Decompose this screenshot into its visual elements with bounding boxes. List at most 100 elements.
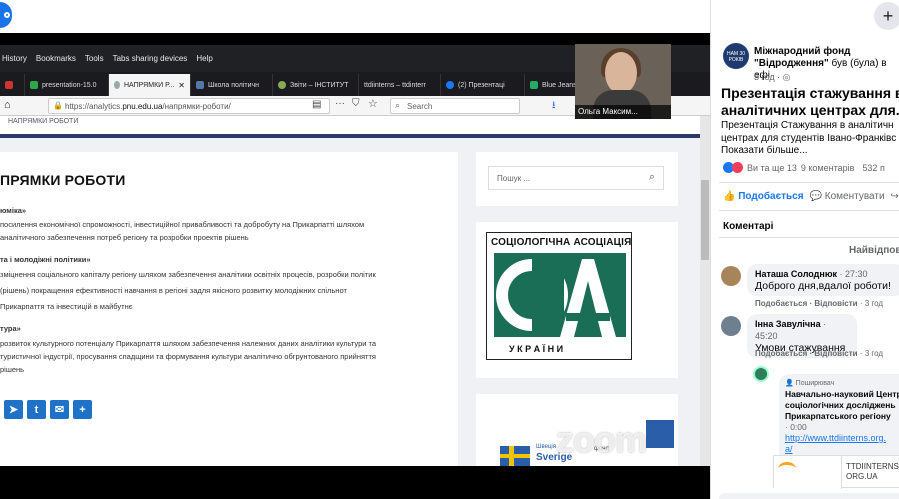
tab-label: Школа політичн [208,81,260,89]
section-text: рішень [0,365,25,374]
tab-label: Blue Jeans [542,81,577,89]
tab-presentation[interactable]: presentation-15.0 [25,74,109,96]
address-bar[interactable]: 🔒 https://analytics. pnu.edu.ua/напрямки-… [48,98,330,114]
bookmark-star-icon[interactable]: ☆ [368,97,378,110]
comments-header: Коментарі [723,221,774,232]
reply-timestamp[interactable]: · 0:00 [785,422,899,433]
caption-line: ORG.UA [846,472,878,481]
tab-presentation-fb[interactable]: (2) Презентаці [441,74,525,96]
tab-partial[interactable] [0,74,25,96]
comment-actions: Подобається · Відповісти · 3 год [755,299,883,308]
participant-face [605,52,637,94]
participant-video[interactable]: Ольга Максим... [575,44,671,119]
section-text: розвиток культурного потенціалу Прикарпа… [0,339,377,348]
home-icon[interactable]: ⌂ [4,99,11,111]
menu-history[interactable]: History [2,54,27,63]
commenter-avatar[interactable] [721,316,741,336]
comment-author[interactable]: Наташа Солоднюк [755,269,837,279]
share-icon[interactable]: ↪ [891,191,899,202]
tab-shkola[interactable]: Школа політичн [191,74,273,96]
search-icon[interactable]: ⌕ [649,171,655,184]
comment-like-reply[interactable]: Подобається · Відповісти [755,299,858,308]
love-reaction-icon [732,162,743,173]
telegram-share-icon[interactable]: ➤ [4,400,23,419]
menu-tabs-sharing[interactable]: Tabs sharing devices [113,54,188,63]
badge-label: Поширювач [795,380,835,387]
divider [719,237,899,238]
page-avatar[interactable]: НАМ 30 РОКІВ [723,43,749,69]
tab-label: НАПРЯМКИ Р... [123,81,175,89]
globe-icon [114,81,120,89]
comment-like-reply[interactable]: Подобається · Відповісти [755,349,858,358]
comment-ago: · 3 год [857,299,884,308]
reader-view-icon[interactable]: ▤ [312,99,321,110]
search-placeholder: Search [407,101,433,111]
comment-bubble: Наташа Солоднюк · 27:30 Доброго дня,вдал… [747,264,899,296]
comment-label: Коментувати [824,191,885,202]
shares-count[interactable]: 532 п [862,163,884,173]
comment-ago: · 3 год [857,349,884,358]
tab-label: presentation-15.0 [42,81,97,89]
share-border-bottom [0,466,710,499]
pocket-icon[interactable]: ⛉ [352,98,360,109]
reply-link[interactable]: http://www.ttdiinterns.org. [785,433,899,444]
nav-breadcrumb: НАПРЯМКИ РОБОТИ [8,118,79,125]
more-icon[interactable]: ··· [335,98,345,109]
page-scrollbar-thumb[interactable] [701,180,709,260]
reactions-count[interactable]: Ви та ще 13 [747,163,797,173]
browser-search-input[interactable]: ⌕ Search [390,98,520,114]
post-time: 3 год · ◎ [754,72,791,83]
plus-icon[interactable]: + [874,2,899,30]
link-preview-image [774,456,842,489]
sidebar-search-input[interactable]: Пошук ... ⌕ [488,166,664,190]
section-heading: тура» [0,324,21,333]
scroll-top-button[interactable] [646,420,674,448]
download-icon[interactable]: ⭳ [552,98,556,115]
tab-ttdiinterns[interactable]: ttdiinterns – ttdinterr [359,74,441,96]
menu-help[interactable]: Help [196,54,212,63]
reply-author[interactable]: Навчально-науковий Центр [785,389,899,400]
comments-count[interactable]: 9 коментарів [801,163,855,173]
show-more-link[interactable]: Показати більше... [721,145,899,158]
zoom-watermark: zoom [556,419,647,460]
more-share-icon[interactable]: + [73,400,92,419]
zoom-share-icon[interactable] [0,2,12,28]
menu-bookmarks[interactable]: Bookmarks [36,54,76,63]
reply-link[interactable]: a/ [785,444,899,455]
person-icon: 👤 [785,380,794,387]
main-content: ПРЯМКИ РОБОТИ юміка» посилення економічн… [0,152,458,466]
comment-input[interactable] [719,493,899,499]
like-button[interactable]: 👍 Подобається [723,191,804,202]
menu-tools[interactable]: Tools [85,54,104,63]
comment-timestamp[interactable]: 45:20 [755,331,778,341]
page-scrollbar[interactable] [700,116,710,466]
post-actions: 👍 Подобається 💬 Коментувати ↪ [723,191,899,202]
reply-avatar[interactable] [753,366,769,382]
comment-button[interactable]: 💬 Коментувати [810,191,885,202]
comment-author[interactable]: Інна Завулічна [755,319,821,329]
link-preview-card[interactable]: TTDIINTERNS ORG.UA [773,455,899,489]
tab-zvity[interactable]: Звіти – ІНСТИТУТ [273,74,359,96]
sau-logo: СОЦІОЛОГІЧНА АСОЦІАЦІЯ У К Р А Ї Н И [486,232,632,360]
comments-sort[interactable]: Найвідпові [849,245,899,256]
divider [719,210,899,211]
bluejeans-icon [530,81,538,89]
participant-name: Ольга Максим... [575,105,671,119]
globe-icon: ◎ [782,72,791,82]
facebook-icon [446,81,454,89]
comment-timestamp[interactable]: 27:30 [845,269,868,279]
email-share-icon[interactable]: ✉ [50,400,69,419]
close-tab-icon[interactable]: ✕ [178,81,185,90]
tab-napryamky[interactable]: НАПРЯМКИ Р... ✕ [109,74,191,96]
reply-author[interactable]: Прикарпатського регіону [785,411,899,422]
like-label: Подобається [738,191,804,202]
thumbs-up-icon: 👍 [723,191,736,202]
commenter-avatar[interactable] [721,266,741,286]
twitter-share-icon[interactable]: t [27,400,46,419]
reply-author[interactable]: соціологічних досліджень [785,400,899,411]
sponsor-country-small: Швеція [536,444,556,450]
tab-label: Звіти – ІНСТИТУТ [290,81,349,89]
screen-share-area: History Bookmarks Tools Tabs sharing dev… [0,0,710,499]
sociological-association-banner[interactable]: СОЦІОЛОГІЧНА АСОЦІАЦІЯ У К Р А Ї Н И [476,222,678,378]
tab-favicon [5,81,13,89]
